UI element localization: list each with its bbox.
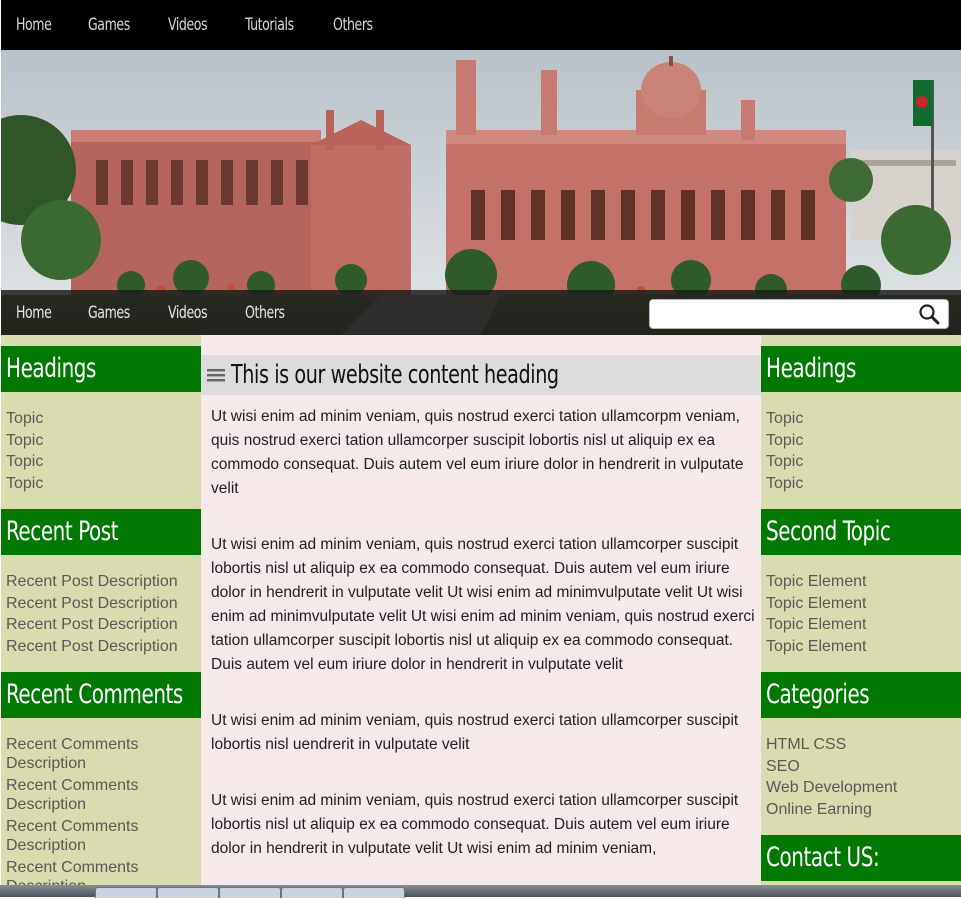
taskbar-button[interactable] xyxy=(219,887,281,898)
taskbar-button[interactable] xyxy=(95,887,157,898)
list-item[interactable]: Recent Post Description xyxy=(6,614,196,636)
content-paragraph: Ut wisi enim ad minim veniam, quis nostr… xyxy=(211,712,739,753)
list-item[interactable]: Recent Comments Description xyxy=(6,817,156,855)
taskbar-button[interactable] xyxy=(281,887,343,898)
list-item[interactable]: Web Development xyxy=(766,777,956,799)
top-nav: Home Games Videos Tutorials Others xyxy=(1,0,961,50)
second-nav-home[interactable]: Home xyxy=(16,303,52,323)
search-icon[interactable] xyxy=(918,303,940,325)
list-item[interactable]: SEO xyxy=(766,756,956,778)
widget-title-contact: Contact US: xyxy=(761,835,961,881)
list-item[interactable]: Topic xyxy=(6,430,196,452)
top-nav-games[interactable]: Games xyxy=(88,15,130,35)
list-item[interactable]: Topic Element xyxy=(766,614,956,636)
secondary-nav: Home Games Videos Others xyxy=(1,290,961,335)
list-item[interactable]: Topic xyxy=(766,451,956,473)
recent-comments-list: Recent Comments Description Recent Comme… xyxy=(6,735,156,899)
list-item[interactable]: Topic xyxy=(766,408,956,430)
list-item[interactable]: Recent Comments Description xyxy=(6,735,156,773)
recent-post-list: Recent Post Description Recent Post Desc… xyxy=(6,571,196,657)
list-item[interactable]: Topic xyxy=(766,473,956,495)
search-box xyxy=(649,299,949,329)
list-item[interactable]: Topic Element xyxy=(766,593,956,615)
widget-title-recent-post: Recent Post xyxy=(1,509,201,555)
list-item[interactable]: Topic xyxy=(6,473,196,495)
list-item[interactable]: Topic xyxy=(766,430,956,452)
headings-list: Topic Topic Topic Topic xyxy=(6,408,196,494)
second-nav-videos[interactable]: Videos xyxy=(168,303,208,323)
categories-list: HTML CSS SEO Web Development Online Earn… xyxy=(766,734,956,820)
top-nav-others[interactable]: Others xyxy=(333,15,373,35)
content-paragraph: Ut wisi enim ad minim veniam, quis nostr… xyxy=(211,408,744,497)
content-heading: This is our website content heading xyxy=(231,360,559,390)
second-topic-list: Topic Element Topic Element Topic Elemen… xyxy=(766,571,956,657)
content-paragraph: Ut wisi enim ad minim veniam, quis nostr… xyxy=(211,536,755,673)
search-input[interactable] xyxy=(656,302,910,328)
content-heading-bar: This is our website content heading xyxy=(201,355,761,395)
taskbar-button[interactable] xyxy=(343,887,405,898)
top-nav-home[interactable]: Home xyxy=(16,15,52,35)
widget-title-headings-right: Headings xyxy=(761,346,961,392)
second-nav-others[interactable]: Others xyxy=(245,303,285,323)
menu-icon xyxy=(207,368,225,382)
os-taskbar xyxy=(0,885,961,898)
list-item[interactable]: Recent Post Description xyxy=(6,571,196,593)
widget-title-headings: Headings xyxy=(1,346,201,392)
list-item[interactable]: Recent Post Description xyxy=(6,593,196,615)
main-content: This is our website content heading Ut w… xyxy=(201,335,761,897)
list-item[interactable]: Topic Element xyxy=(766,636,956,658)
top-nav-tutorials[interactable]: Tutorials xyxy=(245,15,294,35)
widget-title-second-topic: Second Topic xyxy=(761,509,961,555)
taskbar-button[interactable] xyxy=(157,887,219,898)
content-body: Ut wisi enim ad minim veniam, quis nostr… xyxy=(211,405,756,893)
list-item[interactable]: Online Earning xyxy=(766,799,956,821)
list-item[interactable]: Topic xyxy=(6,451,196,473)
list-item[interactable]: HTML CSS xyxy=(766,734,956,756)
widget-title-categories: Categories xyxy=(761,672,961,718)
headings-list-right: Topic Topic Topic Topic xyxy=(766,408,956,494)
second-nav-games[interactable]: Games xyxy=(88,303,130,323)
left-sidebar: Headings Topic Topic Topic Topic Recent … xyxy=(1,335,201,897)
content-paragraph: Ut wisi enim ad minim veniam, quis nostr… xyxy=(211,792,739,857)
list-item[interactable]: Topic Element xyxy=(766,571,956,593)
list-item[interactable]: Recent Comments Description xyxy=(6,776,156,814)
list-item[interactable]: Topic xyxy=(6,408,196,430)
top-nav-videos[interactable]: Videos xyxy=(168,15,208,35)
widget-title-recent-comments: Recent Comments xyxy=(1,672,201,718)
list-item[interactable]: Recent Post Description xyxy=(6,636,196,658)
right-sidebar: Headings Topic Topic Topic Topic Second … xyxy=(761,335,961,897)
